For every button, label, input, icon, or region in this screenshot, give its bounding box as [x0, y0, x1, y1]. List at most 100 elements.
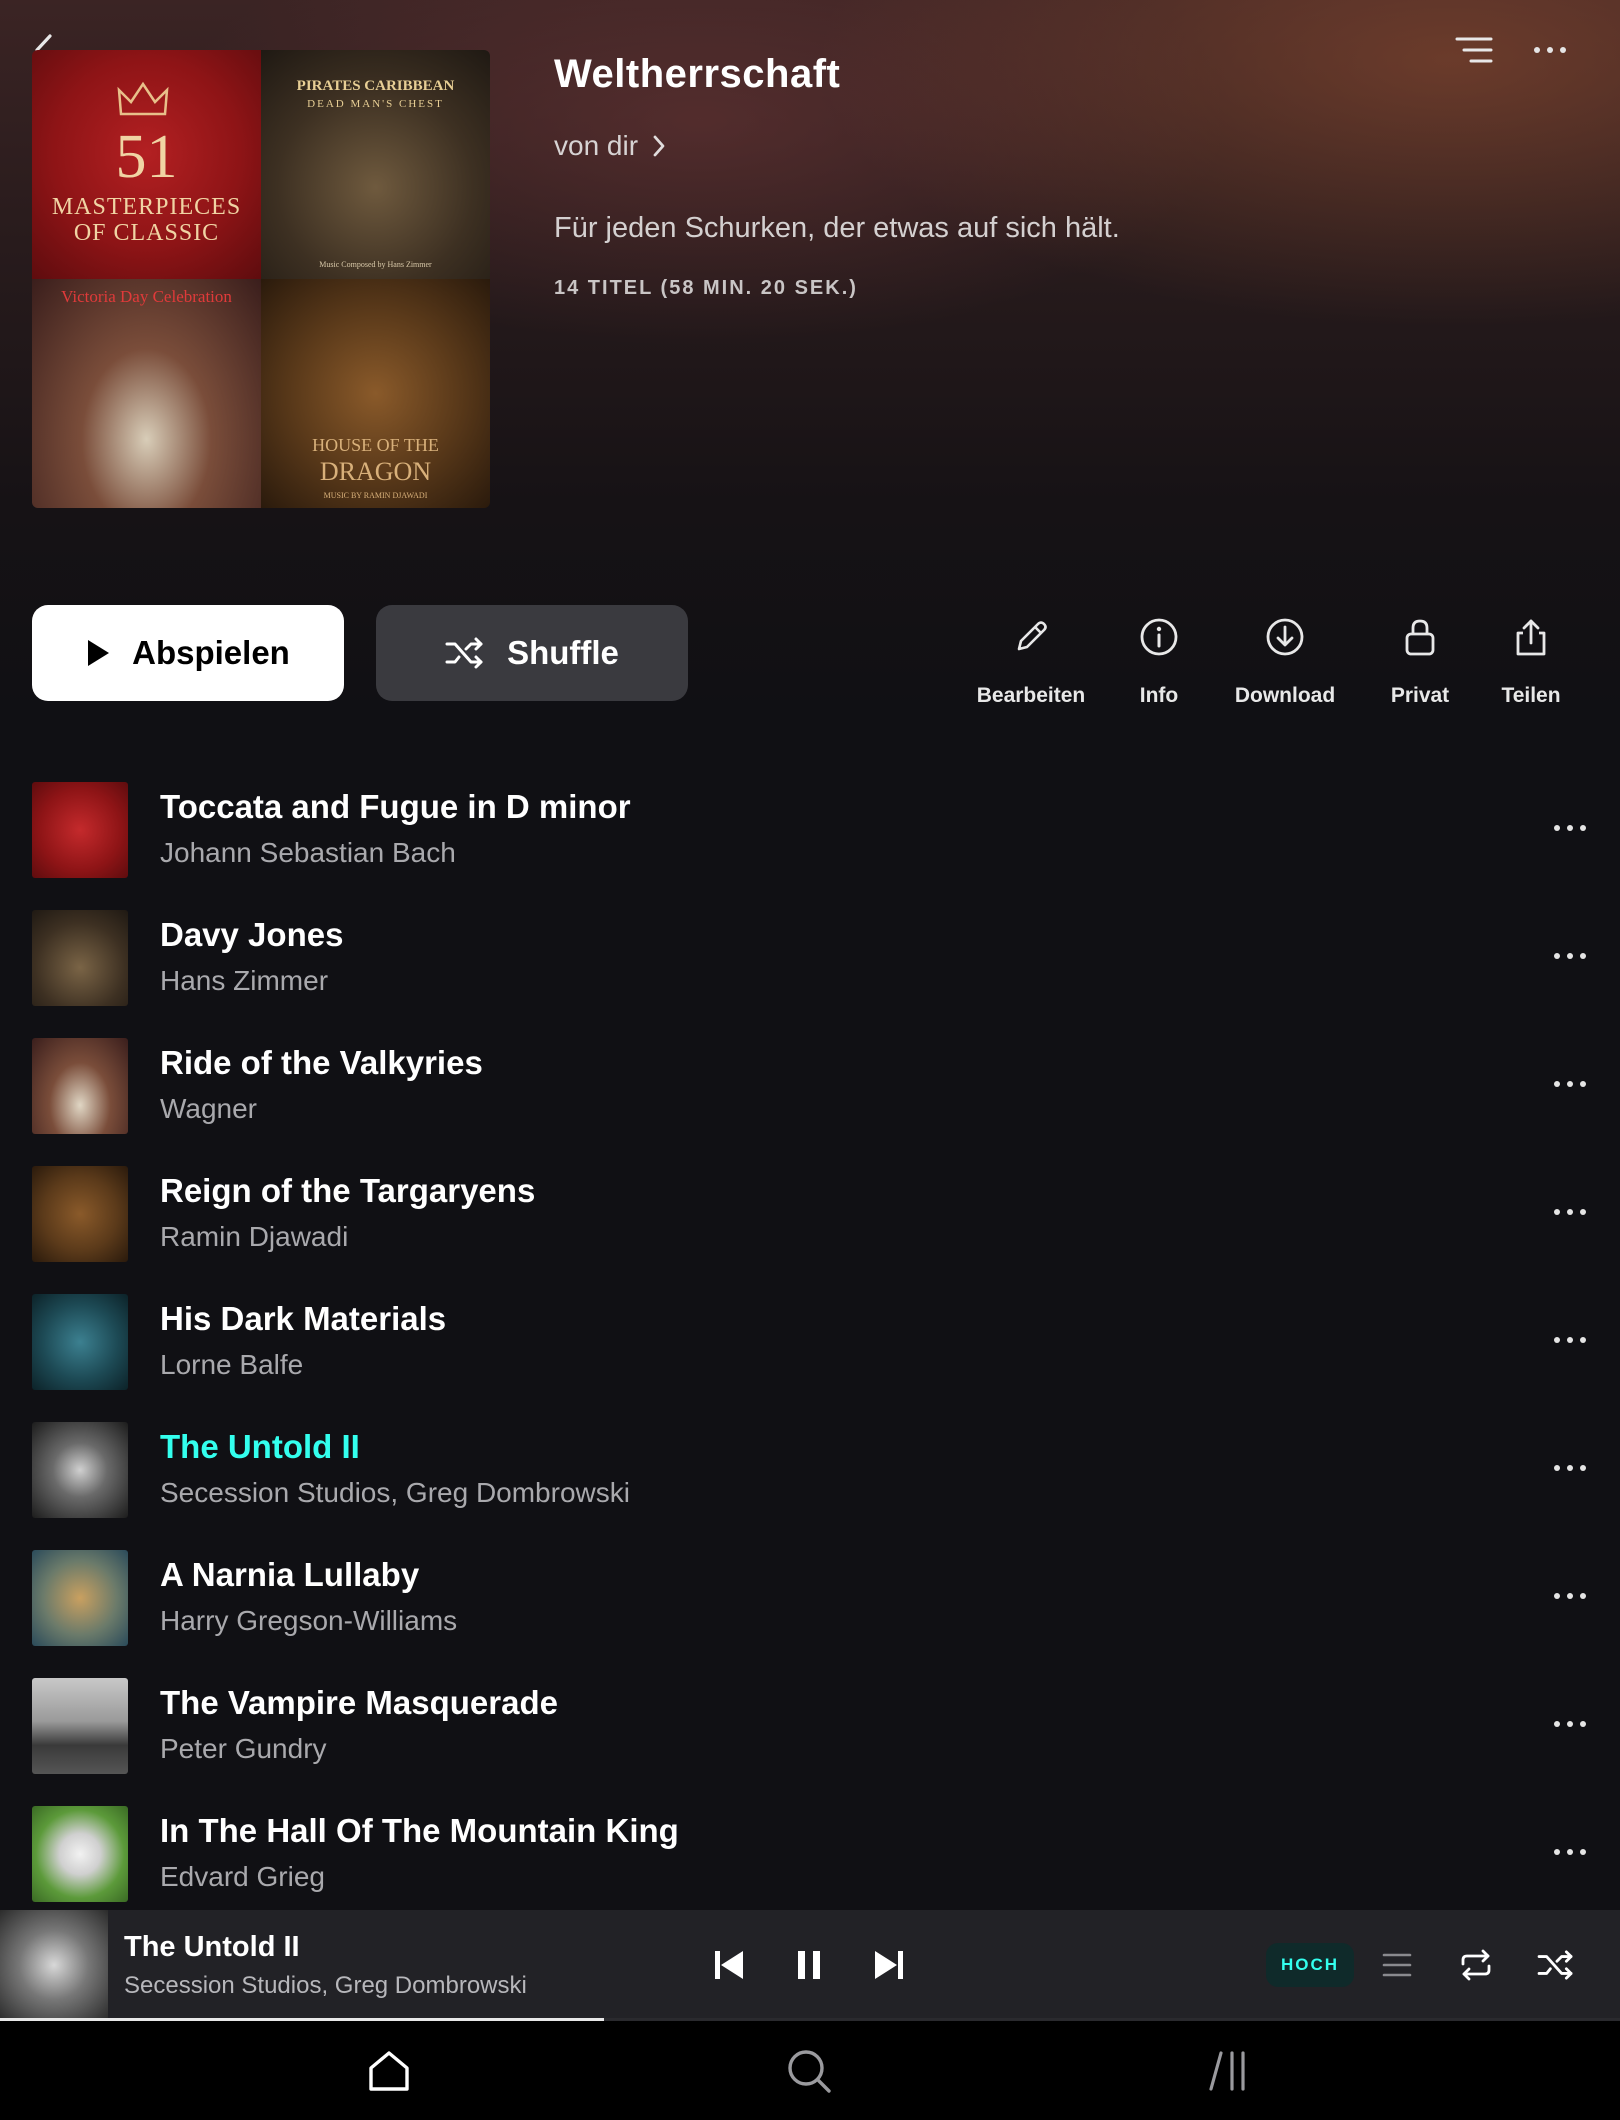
track-title: Reign of the Targaryens	[160, 1172, 536, 1209]
now-playing-title: The Untold II	[124, 1931, 300, 1963]
track-more-button[interactable]	[1542, 806, 1598, 850]
track-row[interactable]: A Narnia Lullaby Harry Gregson-Williams	[0, 1538, 1620, 1666]
cover-tile-victoria: Victoria Day Celebration	[32, 279, 261, 508]
track-title: In The Hall Of The Mountain King	[160, 1812, 679, 1849]
cover-tile-text: MASTERPIECES	[51, 194, 242, 220]
cover-tile-text: PIRATES CARIBBEAN	[296, 78, 455, 94]
nav-search[interactable]	[774, 2043, 844, 2099]
track-more-button[interactable]	[1542, 1062, 1598, 1106]
repeat-icon	[1461, 1949, 1491, 1981]
shuffle-button[interactable]: Shuffle	[376, 605, 688, 701]
track-row[interactable]: In The Hall Of The Mountain King Edvard …	[0, 1794, 1620, 1922]
pause-button[interactable]	[784, 1940, 834, 1990]
previous-button[interactable]	[704, 1940, 754, 1990]
playlist-cover: 51 MASTERPIECES OF CLASSIC PIRATES CARIB…	[32, 50, 490, 508]
queue-button[interactable]	[1372, 1940, 1422, 1990]
cover-tile-masterpieces: 51 MASTERPIECES OF CLASSIC	[32, 50, 261, 279]
track-artwork	[32, 1678, 128, 1774]
nav-library[interactable]	[1194, 2043, 1264, 2099]
shuffle-icon	[1537, 1950, 1573, 1980]
track-title: Ride of the Valkyries	[160, 1044, 483, 1081]
track-artist: Lorne Balfe	[160, 1349, 304, 1380]
track-artist: Wagner	[160, 1093, 258, 1124]
owner-label: von dir	[554, 130, 639, 161]
crown-icon	[117, 81, 169, 116]
track-artwork	[32, 1550, 128, 1646]
more-horizontal-icon	[1554, 1593, 1586, 1599]
track-more-button[interactable]	[1542, 1702, 1598, 1746]
share-button[interactable]: Teilen	[1466, 612, 1596, 708]
track-more-button[interactable]	[1542, 1574, 1598, 1618]
track-artist: Peter Gundry	[160, 1733, 327, 1764]
more-horizontal-icon	[1554, 1337, 1586, 1343]
cover-tile-text: HOUSE OF THE	[312, 435, 439, 455]
play-icon	[88, 640, 110, 666]
info-label: Info	[1139, 684, 1179, 707]
cover-tile-text: DEAD MAN'S CHEST	[307, 98, 444, 110]
track-more-button[interactable]	[1542, 1446, 1598, 1490]
track-artist: Hans Zimmer	[160, 965, 329, 996]
skip-next-icon	[875, 1951, 903, 1979]
track-artist: Johann Sebastian Bach	[160, 837, 456, 868]
cover-tile-text: DRAGON	[319, 457, 432, 486]
track-more-button[interactable]	[1542, 934, 1598, 978]
cover-tile-text: Music Composed by Hans Zimmer	[319, 260, 432, 269]
track-row[interactable]: Ride of the Valkyries Wagner	[0, 1026, 1620, 1154]
quality-badge[interactable]: HOCH	[1266, 1943, 1354, 1987]
more-horizontal-icon	[1554, 1721, 1586, 1727]
track-artist: Secession Studios, Greg Dombrowski	[160, 1477, 630, 1508]
more-horizontal-icon	[1554, 1209, 1586, 1215]
now-playing-bar[interactable]: The Untold II Secession Studios, Greg Do…	[0, 1910, 1620, 2020]
cover-tile-dragon: HOUSE OF THE DRAGON MUSIC BY RAMIN DJAWA…	[261, 279, 490, 508]
now-playing-artist: Secession Studios, Greg Dombrowski	[124, 1972, 527, 1999]
pause-icon	[798, 1951, 820, 1979]
shuffle-button-label: Shuffle	[507, 634, 619, 671]
track-row[interactable]: The Vampire Masquerade Peter Gundry	[0, 1666, 1620, 1794]
chevron-right-icon	[653, 135, 665, 157]
queue-list-icon	[1382, 1953, 1412, 1977]
shuffle-toggle-button[interactable]	[1531, 1940, 1581, 1990]
edit-button[interactable]: Bearbeiten	[966, 612, 1096, 708]
info-button[interactable]: Info	[1094, 612, 1224, 708]
track-artwork	[32, 1294, 128, 1390]
track-artwork	[32, 782, 128, 878]
lock-icon	[1403, 612, 1437, 662]
skip-previous-icon	[715, 1951, 743, 1979]
track-row[interactable]: Davy Jones Hans Zimmer	[0, 898, 1620, 1026]
track-title: A Narnia Lullaby	[160, 1556, 420, 1593]
nav-home[interactable]	[354, 2043, 424, 2099]
more-options-button[interactable]	[1524, 28, 1576, 72]
private-label: Privat	[1390, 684, 1450, 707]
pencil-icon	[1011, 612, 1051, 662]
sort-button[interactable]	[1450, 28, 1498, 72]
track-more-button[interactable]	[1542, 1318, 1598, 1362]
track-artist: Harry Gregson-Williams	[160, 1605, 458, 1636]
shuffle-icon	[445, 637, 483, 669]
download-button[interactable]: Download	[1220, 612, 1350, 708]
play-button-label: Abspielen	[132, 634, 290, 671]
share-icon	[1513, 612, 1549, 662]
track-row-playing[interactable]: The Untold II Secession Studios, Greg Do…	[0, 1410, 1620, 1538]
more-horizontal-icon	[1554, 825, 1586, 831]
repeat-button[interactable]	[1451, 1940, 1501, 1990]
info-icon	[1139, 612, 1179, 662]
track-row[interactable]: Toccata and Fugue in D minor Johann Seba…	[0, 770, 1620, 898]
playlist-description: Für jeden Schurken, der etwas auf sich h…	[554, 212, 1120, 244]
track-row[interactable]: His Dark Materials Lorne Balfe	[0, 1282, 1620, 1410]
cover-tile-number: 51	[115, 123, 178, 191]
owner-link[interactable]: von dir	[554, 130, 666, 162]
next-button[interactable]	[864, 1940, 914, 1990]
track-artwork	[32, 910, 128, 1006]
play-button[interactable]: Abspielen	[32, 605, 344, 701]
now-playing-artwork	[0, 1910, 108, 2020]
track-more-button[interactable]	[1542, 1830, 1598, 1874]
track-more-button[interactable]	[1542, 1190, 1598, 1234]
share-label: Teilen	[1501, 684, 1561, 707]
more-horizontal-icon	[1534, 47, 1566, 53]
track-artwork	[32, 1422, 128, 1518]
more-horizontal-icon	[1554, 1849, 1586, 1855]
track-artwork	[32, 1038, 128, 1134]
track-title: Toccata and Fugue in D minor	[160, 788, 631, 825]
track-title: His Dark Materials	[160, 1300, 447, 1337]
track-row[interactable]: Reign of the Targaryens Ramin Djawadi	[0, 1154, 1620, 1282]
